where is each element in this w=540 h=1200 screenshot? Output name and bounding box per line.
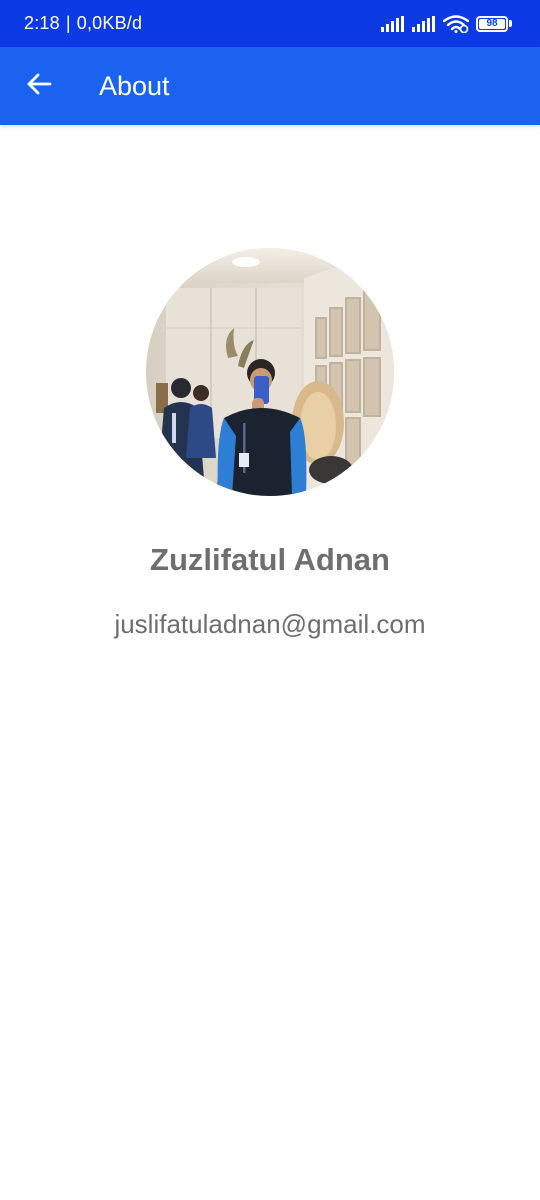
- page-title: About: [99, 70, 170, 101]
- back-button[interactable]: [0, 47, 78, 125]
- signal-icon: [412, 15, 436, 32]
- wifi-icon: [443, 14, 469, 33]
- arrow-back-icon[interactable]: [26, 72, 52, 101]
- profile-email: juslifatuladnan@gmail.com: [114, 609, 426, 639]
- app-bar: About: [0, 47, 540, 125]
- avatar: [146, 248, 394, 496]
- battery-level: 98: [486, 18, 498, 29]
- status-icons: 98: [381, 14, 512, 33]
- status-separator: |: [65, 13, 71, 33]
- status-left: 2:18 | 0,0KB/d: [24, 13, 142, 34]
- status-time: 2:18: [24, 13, 60, 33]
- battery-icon: 98: [476, 15, 512, 32]
- network-speed: 0,0KB/d: [76, 13, 143, 33]
- signal-icon: [381, 15, 405, 32]
- profile-name: Zuzlifatul Adnan: [150, 542, 390, 577]
- status-bar: 2:18 | 0,0KB/d 98: [0, 0, 540, 47]
